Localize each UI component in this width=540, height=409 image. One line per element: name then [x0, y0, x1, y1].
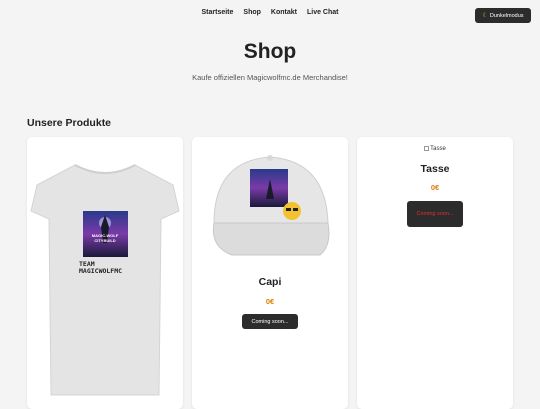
nav-startseite[interactable]: Startseite	[202, 9, 234, 16]
nav-shop[interactable]: Shop	[243, 9, 261, 16]
page-subtitle: Kaufe offiziellen Magicwolfmc.de Merchan…	[192, 73, 348, 82]
coming-soon-button-tasse[interactable]: Coming soon...	[407, 201, 463, 227]
tshirt-print-text: TEAM MAGICWOLFMC	[79, 260, 123, 275]
nav-live-chat[interactable]: Live Chat	[307, 9, 339, 16]
product-price-capi: 0€	[265, 297, 275, 306]
cap-image[interactable]	[192, 139, 348, 264]
dark-mode-button[interactable]: ☾ Dunkelmodus	[475, 8, 531, 23]
tshirt-image[interactable]	[27, 155, 183, 400]
nav-kontakt[interactable]: Kontakt	[271, 9, 297, 16]
moon-icon: ☾	[482, 13, 488, 19]
tshirt-artwork-text: MAGIC-WOLF CITYBUILD	[91, 233, 119, 243]
products-heading: Unsere Produkte	[27, 117, 112, 129]
broken-image-icon	[424, 146, 430, 151]
product-name-capi: Capi	[258, 276, 282, 288]
product-name-tasse: Tasse	[420, 163, 450, 175]
page-title: Shop	[243, 40, 297, 63]
coming-soon-button-capi[interactable]: Coming soon...	[242, 314, 298, 329]
product-card-tshirt: MAGIC-WOLF CITYBUILD TEAM MAGICWOLFMC	[27, 137, 183, 409]
dark-mode-label: Dunkelmodus	[489, 12, 524, 19]
main-nav: Startseite Shop Kontakt Live Chat	[0, 0, 540, 24]
product-card-tasse: Tasse Tasse 0€ Coming soon...	[357, 137, 513, 409]
tasse-broken-image[interactable]: Tasse	[357, 146, 513, 152]
product-price-tasse: 0€	[430, 183, 440, 192]
product-card-capi: Capi 0€ Coming soon...	[192, 137, 348, 409]
